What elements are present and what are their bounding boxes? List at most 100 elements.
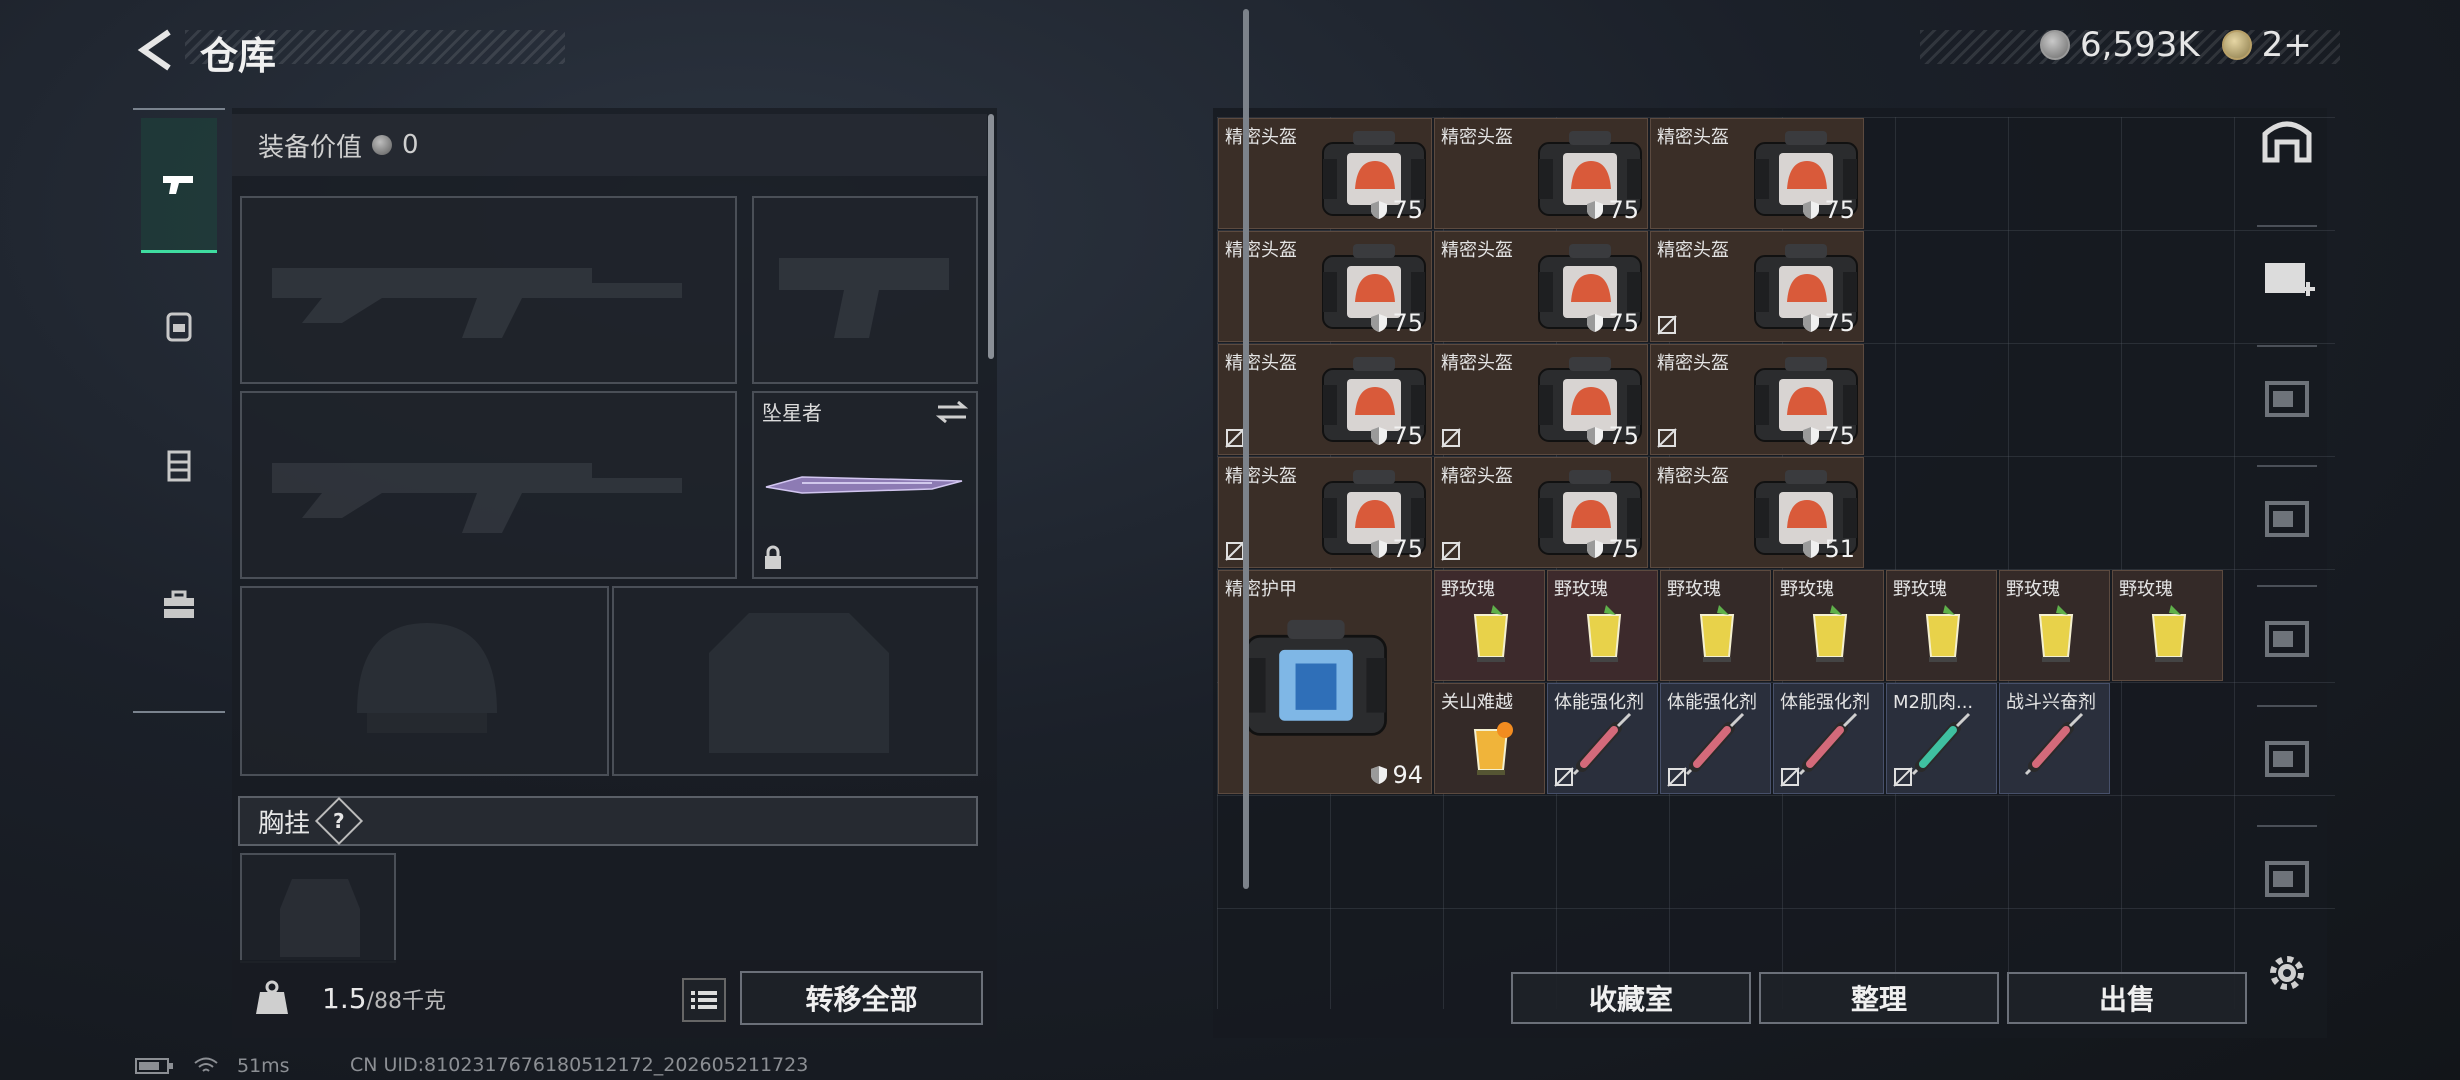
durability-value: 75 <box>1392 535 1423 563</box>
item-label: M2肌肉... <box>1893 692 1974 713</box>
armor-item[interactable]: 精密护甲 94 <box>1218 570 1432 794</box>
drink-item[interactable]: 野玫瑰 <box>1660 570 1771 681</box>
rail-divider <box>2257 345 2317 347</box>
body-armor-slot[interactable] <box>612 586 978 776</box>
cocktail-icon <box>1925 605 1961 662</box>
knife-icon <box>765 476 963 494</box>
syringe-item[interactable]: 体能强化剂 <box>1773 683 1884 794</box>
transfer-all-button[interactable]: 转移全部 <box>740 971 983 1025</box>
rail-divider <box>2257 825 2317 827</box>
item-label: 战斗兴奋剂 <box>2006 692 2096 713</box>
helmet-item[interactable]: 精密头盔 75 <box>1650 231 1864 342</box>
item-label: 野玫瑰 <box>2006 579 2060 600</box>
drink-item[interactable]: 野玫瑰 <box>1547 570 1658 681</box>
helmet-item[interactable]: 精密头盔 75 <box>1218 118 1432 229</box>
syringe-item[interactable]: M2肌肉... <box>1886 683 1997 794</box>
item-label: 精密头盔 <box>1225 466 1297 487</box>
swap-icon[interactable] <box>936 399 968 425</box>
weight-max: /88千克 <box>366 989 446 1014</box>
drink-item[interactable]: 野玫瑰 <box>1886 570 1997 681</box>
no-trade-icon <box>1893 767 1913 787</box>
syringe-item[interactable]: 体能强化剂 <box>1547 683 1658 794</box>
primary-weapon-slot-2[interactable] <box>240 391 737 579</box>
helmet-item[interactable]: 精密头盔 51 <box>1650 457 1864 568</box>
container-iv-icon[interactable] <box>2257 365 2317 425</box>
coin-icon <box>2040 30 2070 60</box>
drink-item[interactable]: 野玫瑰 <box>1434 570 1545 681</box>
coin-icon <box>372 135 393 155</box>
item-label: 野玫瑰 <box>1780 579 1834 600</box>
loadout-scrollbar[interactable] <box>988 114 994 359</box>
item-label: 精密头盔 <box>1657 127 1729 148</box>
stash-scrollbar[interactable] <box>1243 9 1249 889</box>
container-iv-icon-2[interactable] <box>2257 845 2317 905</box>
backpack-icon <box>166 312 192 341</box>
helmet-item[interactable]: 精密头盔 75 <box>1218 344 1432 455</box>
nav-backpack[interactable] <box>141 258 217 393</box>
syringe-item[interactable]: 战斗兴奋剂 <box>1999 683 2110 794</box>
nav-toolbox[interactable] <box>141 538 217 673</box>
chest-rig-slot[interactable] <box>240 853 396 963</box>
battery-icon <box>135 1058 173 1074</box>
list-view-button[interactable] <box>682 978 726 1022</box>
helmet-item[interactable]: 精密头盔 75 <box>1434 118 1648 229</box>
help-icon[interactable]: ? <box>314 796 364 846</box>
drink-item[interactable]: 关山难越 <box>1434 683 1545 794</box>
helmet-item[interactable]: 精密头盔 75 <box>1218 231 1432 342</box>
durability: 75 <box>1586 309 1639 337</box>
nav-vest[interactable] <box>141 398 217 533</box>
durability: 75 <box>1370 535 1423 563</box>
settings-gear-icon[interactable] <box>2264 950 2310 996</box>
syringe-item[interactable]: 体能强化剂 <box>1660 683 1771 794</box>
sell-button[interactable]: 出售 <box>2007 972 2247 1024</box>
rifle-silhouette-icon <box>272 463 682 533</box>
helmet-item[interactable]: 精密头盔 75 <box>1434 344 1648 455</box>
helmet-slot[interactable] <box>240 586 609 776</box>
nav-weapon[interactable] <box>141 118 217 253</box>
helmet-item[interactable]: 精密头盔 75 <box>1650 344 1864 455</box>
no-trade-icon <box>1554 767 1574 787</box>
container-iv-a-icon-glyph <box>2265 501 2309 537</box>
pistol-slot[interactable] <box>752 196 978 384</box>
container-iv-a-icon-2[interactable] <box>2257 725 2317 785</box>
equipment-value-bar: 装备价值 0 <box>232 114 987 176</box>
no-trade-icon <box>1441 428 1461 448</box>
durability-shield-icon <box>1803 540 1820 558</box>
melee-name: 坠星者 <box>762 401 822 425</box>
container-rail <box>2257 115 2317 897</box>
durability-shield-icon <box>1371 540 1388 558</box>
helmet-item[interactable]: 精密头盔 75 <box>1218 457 1432 568</box>
rail-divider <box>2257 705 2317 707</box>
safehouse-icon[interactable] <box>2257 110 2317 170</box>
container-iv-a-icon[interactable] <box>2257 485 2317 545</box>
equip-value: 0 <box>402 130 419 160</box>
item-label: 野玫瑰 <box>2119 579 2173 600</box>
back-arrow-icon <box>137 29 171 71</box>
add-container-icon[interactable] <box>2257 245 2317 305</box>
cocktail-icon <box>1473 605 1509 662</box>
drink-item[interactable]: 野玫瑰 <box>2112 570 2223 681</box>
helmet-item[interactable]: 精密头盔 75 <box>1434 231 1648 342</box>
durability: 75 <box>1370 422 1423 450</box>
orange-cocktail-icon <box>1473 722 1513 775</box>
item-label: 精密头盔 <box>1441 240 1513 261</box>
back-button[interactable] <box>130 25 180 75</box>
no-trade-icon <box>1441 541 1461 561</box>
drink-item[interactable]: 野玫瑰 <box>1999 570 2110 681</box>
collection-room-button[interactable]: 收藏室 <box>1511 972 1751 1024</box>
drink-item[interactable]: 野玫瑰 <box>1773 570 1884 681</box>
primary-weapon-slot-1[interactable] <box>240 196 737 384</box>
pistol-silhouette-icon <box>779 258 949 338</box>
durability-shield-icon <box>1371 427 1388 445</box>
helmet-item[interactable]: 精密头盔 75 <box>1434 457 1648 568</box>
helmet-item[interactable]: 精密头盔 75 <box>1650 118 1864 229</box>
container-iii-icon[interactable] <box>2257 605 2317 665</box>
item-label: 精密头盔 <box>1657 240 1729 261</box>
melee-slot[interactable]: 坠星者 <box>752 391 978 579</box>
item-label: 精密头盔 <box>1225 240 1297 261</box>
loadout-category-nav <box>133 108 225 713</box>
syringe-icon <box>1798 712 1858 776</box>
organize-button[interactable]: 整理 <box>1759 972 1999 1024</box>
rail-divider <box>2257 585 2317 587</box>
cocktail-icon <box>2151 605 2187 662</box>
